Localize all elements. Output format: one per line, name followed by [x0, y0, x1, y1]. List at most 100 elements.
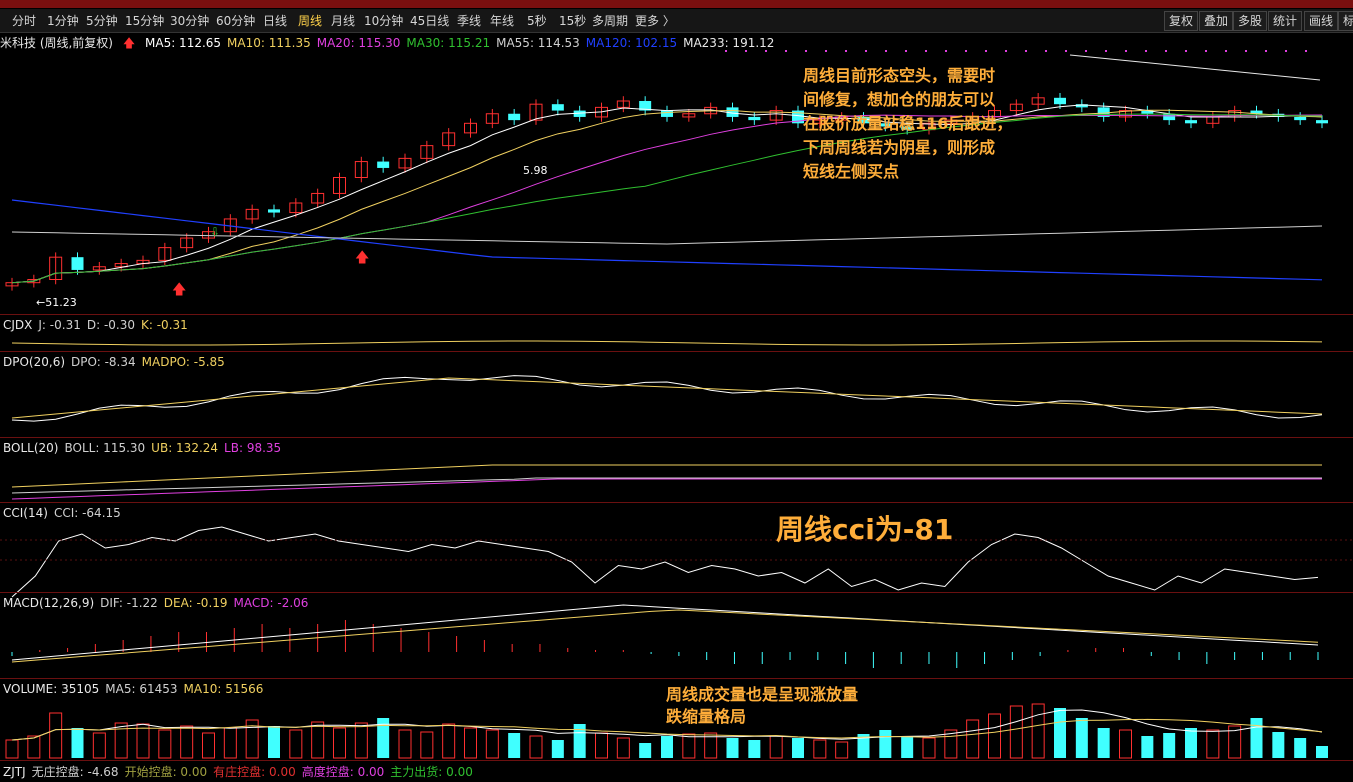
volume-bar-up — [485, 729, 499, 759]
volume-bar-down — [1294, 738, 1307, 758]
zjtj-legend: ZJTJ 无庄控盘: -4.68 开始控盘: 0.00 有庄控盘: 0.00 高度控盘:… — [3, 763, 479, 780]
top-dot-marker — [725, 50, 727, 52]
top-dot-marker — [1205, 50, 1207, 52]
volume-bar-down — [1272, 732, 1285, 758]
volume-bar-up — [464, 727, 477, 759]
volume-bar-down — [1316, 746, 1328, 758]
boll-ub-line — [11, 464, 1322, 488]
boll-value-0: BOLL: 115.30 — [64, 441, 146, 455]
zjtj-value-3: 高度控盘: 0.00 — [301, 765, 385, 779]
volume-bar-down — [1141, 736, 1154, 758]
top-dot-marker — [1305, 50, 1307, 52]
top-dot-marker — [1045, 50, 1047, 52]
panel-separator-1 — [0, 351, 1353, 352]
top-dot-marker — [945, 50, 947, 52]
volume-bar-down — [1250, 718, 1263, 758]
panel-separator-3 — [0, 502, 1353, 503]
volume-bar-up — [529, 735, 543, 759]
candle-down — [71, 257, 84, 270]
top-dot-marker — [985, 50, 987, 52]
boll-value-2: LB: 98.35 — [224, 441, 282, 455]
kline-chart[interactable]: 🡅 🡅 ⇩ — [0, 0, 1353, 782]
sell-arrow-icon: ⇩ — [210, 225, 220, 239]
dpo-legend: DPO(20,6) DPO: -8.34 MADPO: -5.85 — [3, 355, 231, 369]
volume-bar-down — [792, 738, 804, 758]
madpo-line — [11, 377, 1323, 419]
cci-legend: CCI(14) CCI: -64.15 — [3, 506, 127, 520]
volume-bar-down — [71, 728, 84, 758]
volume-bar-up — [1206, 729, 1220, 759]
candle-down — [1316, 120, 1328, 124]
candle-down — [748, 116, 761, 121]
top-dot-marker — [1065, 50, 1067, 52]
panel-separator-0 — [0, 314, 1353, 315]
volume-bar-down — [508, 733, 521, 758]
volume-bar-down — [748, 740, 761, 758]
top-dot-marker — [1005, 50, 1007, 52]
cjdx-value-1: D: -0.30 — [86, 318, 135, 332]
volume-bar-up — [180, 725, 194, 759]
volume-bar-up — [333, 727, 346, 759]
top-dot-marker — [1245, 50, 1247, 52]
top-dot-marker — [905, 50, 907, 52]
cjdx-legend: CJDX J: -0.31 D: -0.30 K: -0.31 — [3, 318, 194, 332]
volume-name: VOLUME: 35105 — [3, 682, 100, 696]
zjtj-value-4: 主力出货: 0.00 — [390, 765, 473, 779]
volume-bar-down — [1054, 708, 1066, 758]
volume-bar-down — [1097, 728, 1110, 758]
dpo-line — [11, 375, 1323, 422]
boll-name: BOLL(20) — [3, 441, 59, 455]
boll-mid-line — [11, 477, 1322, 494]
macd-legend: MACD(12,26,9) DIF: -1.22 DEA: -0.19 MACD: -… — [3, 596, 314, 610]
volume-bar-down — [551, 740, 564, 758]
top-dot-marker — [1165, 50, 1167, 52]
ma20-line — [11, 114, 1323, 284]
cci-value-0: CCI: -64.15 — [53, 506, 121, 520]
volume-bar-up — [289, 729, 303, 759]
volume-value-1: MA10: 51566 — [183, 682, 264, 696]
volume-bar-up — [5, 739, 19, 759]
panel-separator-6 — [0, 760, 1353, 761]
panel-separator-4 — [0, 592, 1353, 593]
candle-down — [377, 161, 390, 168]
top-dot-marker — [1285, 50, 1287, 52]
low-price-label: ←51.23 — [36, 296, 77, 309]
buy-arrow-icon: 🡅 — [172, 282, 186, 298]
macd-value-2: MACD: -2.06 — [233, 596, 309, 610]
volume-bar-up — [398, 729, 412, 759]
volume-bar-up — [442, 723, 456, 759]
volume-bar-up — [616, 737, 630, 759]
top-dot-marker — [745, 50, 747, 52]
top-dot-marker — [765, 50, 767, 52]
volume-bar-up — [136, 723, 150, 759]
volume-bar-up — [595, 732, 608, 759]
volume-bar-up — [1031, 703, 1045, 759]
volume-bar-up — [311, 721, 325, 759]
volume-bar-down — [639, 743, 652, 758]
volume-bar-up — [966, 719, 980, 759]
volume-bar-down — [268, 726, 280, 758]
top-dot-marker — [865, 50, 867, 52]
volume-bar-down — [1163, 733, 1176, 758]
volume-value-0: MA5: 61453 — [105, 682, 178, 696]
cjdx-name: CJDX — [3, 318, 33, 332]
top-dot-marker — [925, 50, 927, 52]
cci-line — [11, 526, 1319, 598]
volume-bar-down — [1185, 728, 1197, 758]
volume-bar-up — [158, 729, 172, 759]
top-dot-marker — [1185, 50, 1187, 52]
volume-bar-up — [223, 727, 237, 759]
top-dot-marker — [845, 50, 847, 52]
volume-bar-up — [27, 735, 41, 759]
boll-value-1: UB: 132.24 — [151, 441, 219, 455]
macd-value-0: DIF: -1.22 — [100, 596, 158, 610]
top-dot-marker — [825, 50, 827, 52]
top-dot-marker — [965, 50, 967, 52]
panel-separator-2 — [0, 437, 1353, 438]
candle-down — [1185, 120, 1197, 124]
boll-legend: BOLL(20) BOLL: 115.30 UB: 132.24 LB: 98.35 — [3, 441, 287, 455]
volume-bar-up — [682, 733, 696, 759]
macd-value-1: DEA: -0.19 — [163, 596, 228, 610]
candle-down — [1054, 97, 1066, 105]
macd-dea-line — [11, 609, 1319, 663]
